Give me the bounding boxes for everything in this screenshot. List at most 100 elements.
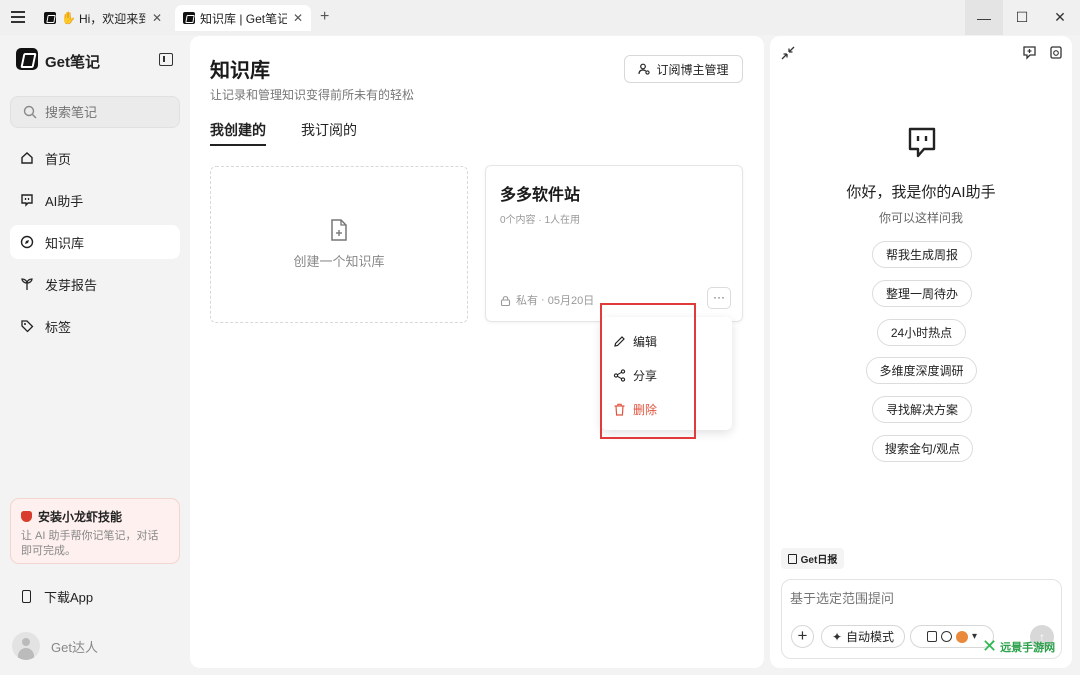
title-bar: ✋ Hi，欢迎来到Ge ✕ 知识库 | Get笔记 ✕ + — ☐ ✕	[0, 0, 1080, 35]
subscribe-manage-button[interactable]: 订阅博主管理	[624, 55, 743, 83]
sidebar-item-tags[interactable]: 标签	[10, 309, 180, 343]
history-icon[interactable]	[1048, 45, 1063, 60]
download-label: 下载App	[44, 590, 94, 605]
search-box[interactable]	[10, 96, 180, 128]
user-settings-icon	[638, 63, 651, 75]
user-name: Get达人	[51, 639, 98, 655]
ai-greeting: 你好，我是你的AI助手	[846, 184, 996, 201]
watermark: ✕ 远景手游网	[982, 636, 1055, 657]
sidebar-item-label: 知识库	[45, 235, 85, 251]
suggestion-chip[interactable]: 寻找解决方案	[872, 396, 972, 423]
add-attachment-button[interactable]: +	[791, 625, 814, 648]
create-card-label: 创建一个知识库	[293, 254, 385, 269]
promo-card[interactable]: 安装小龙虾技能 让 AI 助手帮你记笔记，对话即可完成。	[10, 498, 180, 564]
hamburger-menu-icon[interactable]	[10, 9, 26, 25]
more-options-button[interactable]: ···	[707, 287, 731, 309]
maximize-button[interactable]: ☐	[1003, 0, 1041, 35]
shrink-icon[interactable]	[781, 46, 795, 60]
sidebar-item-ai-assistant[interactable]: AI助手	[10, 183, 180, 217]
sparkle-icon: ✦	[831, 629, 843, 644]
promo-title: 安装小龙虾技能	[38, 510, 123, 524]
sidebar-item-label: 标签	[45, 319, 72, 335]
ai-assistant-icon	[20, 193, 34, 207]
new-file-icon	[331, 219, 347, 241]
tab-created-by-me[interactable]: 我创建的	[210, 120, 266, 146]
kb-privacy: 私有	[516, 295, 538, 307]
sidebar-item-label: 发芽报告	[45, 277, 98, 293]
suggestion-chip[interactable]: 24小时热点	[877, 319, 966, 346]
kb-meta: 0个内容 · 1人在用	[500, 215, 581, 226]
watermark-text: 远景手游网	[1000, 641, 1056, 654]
sidebar-item-home[interactable]: 首页	[10, 141, 180, 175]
suggestion-chip[interactable]: 多维度深度调研	[866, 357, 977, 384]
lock-icon	[500, 295, 511, 306]
new-chat-icon[interactable]	[1022, 45, 1037, 60]
suggestion-chip[interactable]: 整理一周待办	[872, 280, 972, 307]
menu-item-label: 分享	[633, 369, 658, 383]
kb-date: 05月20日	[547, 295, 595, 307]
sidebar-item-sprout-report[interactable]: 发芽报告	[10, 267, 180, 301]
wave-emoji-icon: ✋	[61, 11, 76, 25]
user-profile[interactable]: Get达人	[12, 632, 98, 660]
sidebar-item-label: AI助手	[45, 193, 84, 209]
tab-close-icon[interactable]: ✕	[293, 11, 303, 25]
avatar	[12, 632, 40, 660]
document-icon	[926, 631, 937, 642]
browser-tab-knowledge-base[interactable]: 知识库 | Get笔记 ✕	[175, 5, 311, 31]
browser-tab-welcome[interactable]: ✋ Hi，欢迎来到Ge ✕	[36, 5, 170, 31]
separator: ·	[538, 294, 548, 306]
tag-icon	[20, 319, 34, 333]
sidebar: Get笔记 首页 AI助手 知识库 发芽报告 标签 安装小龙虾技能 让 AI 助…	[0, 35, 190, 675]
ai-robot-icon	[908, 127, 936, 158]
home-icon	[20, 151, 34, 165]
app-logo-icon	[16, 48, 38, 70]
create-knowledge-base-card[interactable]: 创建一个知识库	[210, 166, 468, 323]
tab-subscribed[interactable]: 我订阅的	[301, 120, 357, 140]
suggestion-chip[interactable]: 帮我生成周报	[872, 241, 972, 268]
tab-label: 知识库 | Get笔记	[200, 11, 287, 26]
page-title: 知识库	[210, 60, 270, 82]
trash-icon	[614, 403, 625, 416]
kb-title: 多多软件站	[500, 187, 581, 204]
knowledge-base-card[interactable]: 多多软件站 0个内容 · 1人在用 私有 · 05月20日 ···	[485, 165, 743, 322]
mode-label: 自动模式	[846, 630, 895, 644]
ai-assistant-panel: 你好，我是你的AI助手 你可以这样问我 帮我生成周报 整理一周待办 24小时热点…	[770, 36, 1072, 668]
sprout-icon	[20, 277, 34, 291]
search-icon	[23, 105, 37, 119]
app-favicon-icon	[44, 12, 56, 24]
lobster-icon	[21, 511, 32, 522]
new-tab-button[interactable]: +	[320, 8, 329, 26]
app-favicon-icon	[183, 12, 195, 24]
menu-item-delete[interactable]: 删除	[613, 401, 657, 418]
close-window-button[interactable]: ✕	[1041, 0, 1079, 35]
tab-close-icon[interactable]: ✕	[152, 11, 162, 25]
share-icon	[613, 369, 626, 382]
kb-footer: 私有 · 05月20日	[500, 292, 594, 308]
watermark-logo-icon: ✕	[982, 636, 998, 656]
daily-report-label: Get日报	[800, 555, 838, 566]
page-subtitle: 让记录和管理知识变得前所未有的轻松	[210, 88, 415, 102]
tab-label: Hi，欢迎来到Ge	[78, 11, 146, 26]
model-avatar-icon	[955, 630, 968, 643]
daily-report-tag[interactable]: Get日报	[781, 548, 844, 569]
suggestion-chip[interactable]: 搜索金句/观点	[872, 435, 973, 462]
menu-item-label: 编辑	[633, 335, 658, 349]
sidebar-item-label: 首页	[45, 151, 72, 167]
search-input[interactable]	[45, 104, 165, 120]
collapse-sidebar-icon[interactable]	[159, 53, 173, 66]
chat-input[interactable]	[790, 588, 1050, 610]
globe-icon	[940, 631, 952, 642]
minimize-button[interactable]: —	[965, 0, 1003, 35]
sidebar-item-knowledge-base[interactable]: 知识库	[10, 225, 180, 259]
report-icon	[787, 553, 797, 564]
mode-selector[interactable]: ✦ 自动模式	[821, 625, 905, 648]
download-app-link[interactable]: 下载App	[22, 587, 93, 606]
pencil-icon	[614, 336, 625, 347]
menu-item-edit[interactable]: 编辑	[613, 333, 657, 350]
menu-item-share[interactable]: 分享	[613, 367, 657, 384]
chevron-down-icon: ▾	[971, 631, 978, 642]
promo-description: 让 AI 助手帮你记笔记，对话即可完成。	[21, 530, 159, 557]
knowledge-base-icon	[20, 235, 34, 249]
menu-item-label: 删除	[633, 403, 658, 417]
brand-name: Get笔记	[45, 54, 101, 71]
